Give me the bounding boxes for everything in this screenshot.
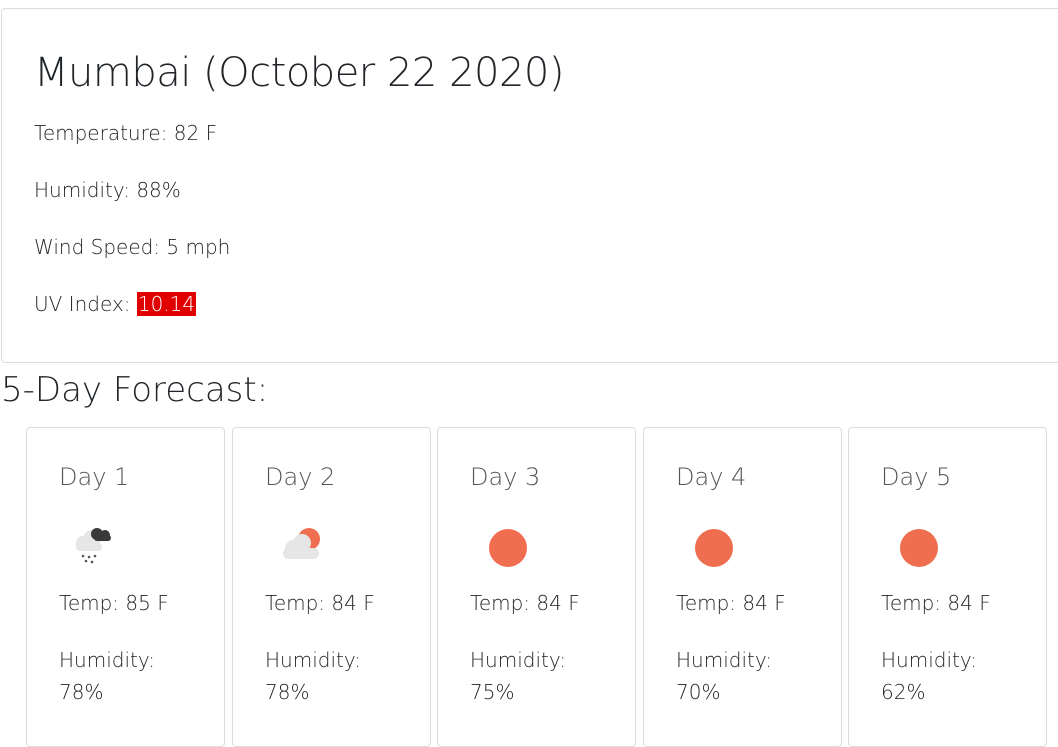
wind-speed-label: Wind Speed: bbox=[34, 235, 161, 259]
day-temp: Temp: 84 F bbox=[265, 590, 375, 616]
forecast-card-day-4: Day 4 Temp: 84 F Humidity: 70% bbox=[643, 427, 842, 747]
day-temp: Temp: 85 F bbox=[59, 590, 169, 616]
temperature-label: Temperature: bbox=[34, 121, 168, 145]
humidity-value: 78% bbox=[59, 680, 104, 704]
humidity-value: 62% bbox=[881, 680, 926, 704]
forecast-card-day-3: Day 3 Temp: 84 F Humidity: 75% bbox=[437, 427, 636, 747]
temp-label: Temp: bbox=[676, 591, 737, 615]
humidity-value: 88% bbox=[136, 178, 181, 202]
rain-cloud-icon bbox=[67, 523, 127, 573]
temp-value: 85 F bbox=[125, 591, 169, 615]
sun-icon bbox=[889, 523, 949, 573]
uv-index-label: UV Index: bbox=[34, 292, 131, 316]
day-title: Day 3 bbox=[470, 463, 541, 491]
uv-index-stat: UV Index: 10.14 bbox=[34, 291, 197, 317]
sun-icon bbox=[478, 523, 538, 573]
forecast-card-day-1: Day 1 Temp: 85 F Humidity: 78% bbox=[26, 427, 225, 747]
temp-value: 84 F bbox=[742, 591, 786, 615]
humidity-stat: Humidity: 88% bbox=[34, 177, 181, 203]
forecast-heading: 5-Day Forecast: bbox=[1, 370, 269, 410]
day-title: Day 4 bbox=[676, 463, 747, 491]
humidity-value: 78% bbox=[265, 680, 310, 704]
day-title: Day 1 bbox=[59, 463, 130, 491]
humidity-value: 70% bbox=[676, 680, 721, 704]
day-temp: Temp: 84 F bbox=[470, 590, 580, 616]
temp-value: 84 F bbox=[536, 591, 580, 615]
humidity-label: Humidity: bbox=[265, 648, 361, 672]
sun-icon bbox=[684, 523, 744, 573]
humidity-label: Humidity: bbox=[34, 178, 130, 202]
temperature-value: 82 F bbox=[173, 121, 218, 145]
temp-value: 84 F bbox=[947, 591, 991, 615]
forecast-card-day-2: Day 2 Temp: 84 F Humidity: 78% bbox=[232, 427, 431, 747]
day-title: Day 5 bbox=[881, 463, 952, 491]
humidity-label: Humidity: bbox=[59, 648, 155, 672]
city-title: Mumbai (October 22 2020) bbox=[34, 50, 564, 96]
temp-value: 84 F bbox=[331, 591, 375, 615]
day-temp: Temp: 84 F bbox=[676, 590, 786, 616]
temp-label: Temp: bbox=[265, 591, 326, 615]
partly-cloudy-icon bbox=[273, 523, 333, 573]
day-title: Day 2 bbox=[265, 463, 336, 491]
humidity-label: Humidity: bbox=[676, 648, 772, 672]
temp-label: Temp: bbox=[470, 591, 531, 615]
wind-speed-stat: Wind Speed: 5 mph bbox=[34, 234, 230, 260]
humidity-label: Humidity: bbox=[881, 648, 977, 672]
forecast-card-day-5: Day 5 Temp: 84 F Humidity: 62% bbox=[848, 427, 1047, 747]
temp-label: Temp: bbox=[881, 591, 942, 615]
humidity-value: 75% bbox=[470, 680, 515, 704]
humidity-label: Humidity: bbox=[470, 648, 566, 672]
temperature-stat: Temperature: 82 F bbox=[34, 120, 217, 146]
wind-speed-value: 5 mph bbox=[166, 235, 231, 259]
temp-label: Temp: bbox=[59, 591, 120, 615]
day-temp: Temp: 84 F bbox=[881, 590, 991, 616]
uv-index-badge: 10.14 bbox=[136, 292, 197, 316]
current-weather-card: Mumbai (October 22 2020) Temperature: 82… bbox=[1, 8, 1058, 363]
